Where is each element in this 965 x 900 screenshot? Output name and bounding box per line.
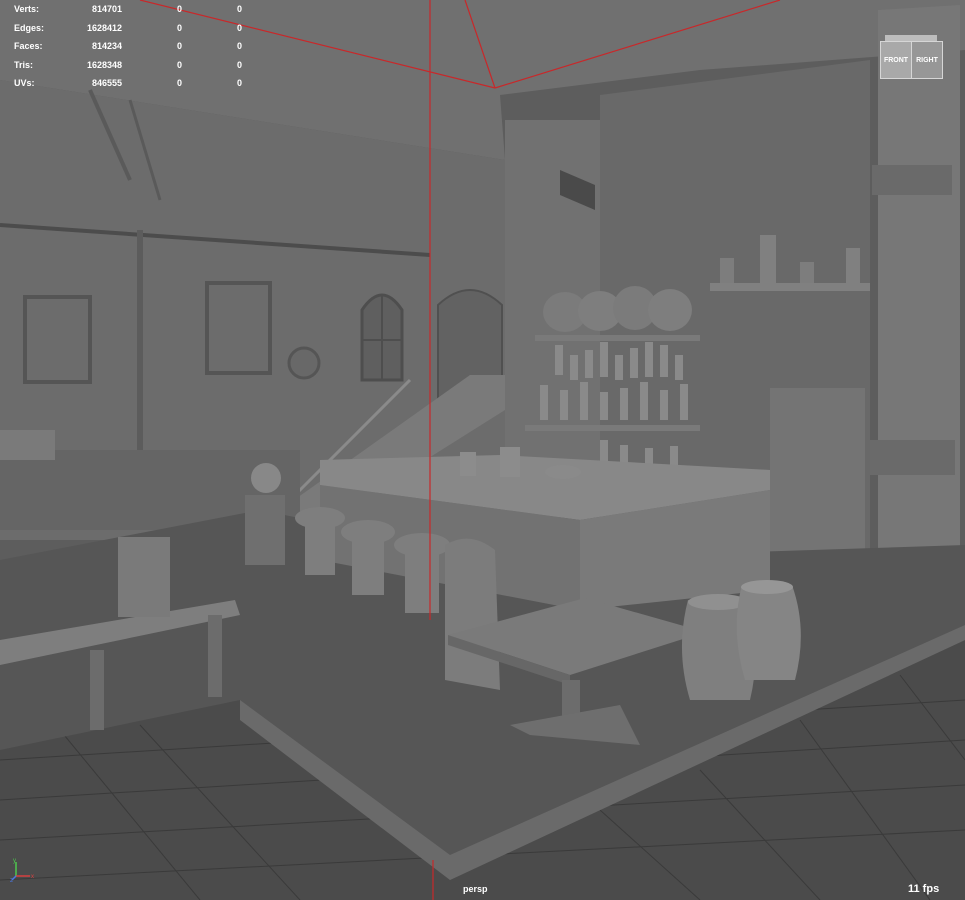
hud-row-faces: Faces: 814234 0 0 <box>14 41 254 57</box>
mug <box>460 452 476 476</box>
hud-total: 814701 <box>91 4 122 14</box>
newel-ball <box>251 463 281 493</box>
hud-label: UVs: <box>14 78 35 88</box>
hud-selected: 0 <box>176 60 182 70</box>
hud-component: 0 <box>236 78 242 88</box>
hud-label: Verts: <box>14 4 40 14</box>
wooden-pillar <box>878 5 960 635</box>
hud-row-edges: Edges: 1628412 0 0 <box>14 23 254 39</box>
hud-label: Tris: <box>14 60 34 70</box>
viewcube[interactable]: FRONT RIGHT <box>880 35 943 79</box>
hud-row-tris: Tris: 1628348 0 0 <box>14 60 254 76</box>
hud-label: Faces: <box>14 41 43 51</box>
hud-selected: 0 <box>176 4 182 14</box>
axis-z-label: z <box>10 878 13 882</box>
hud-total: 846555 <box>91 78 122 88</box>
chair <box>445 538 500 690</box>
axis-y-label: y <box>13 858 16 864</box>
hud-total: 1628348 <box>86 60 122 70</box>
hud-component: 0 <box>236 60 242 70</box>
hud-component: 0 <box>236 23 242 33</box>
persp-viewport[interactable]: Verts: 814701 0 0 Edges: 1628412 0 0 Fac… <box>0 0 965 900</box>
hud-component: 0 <box>236 4 242 14</box>
viewcube-right-face[interactable]: RIGHT <box>911 41 943 79</box>
hud-selected: 0 <box>176 41 182 51</box>
poly-count-hud: Verts: 814701 0 0 Edges: 1628412 0 0 Fac… <box>0 0 260 100</box>
hud-row-uvs: UVs: 846555 0 0 <box>14 78 254 94</box>
scene-render <box>0 0 965 900</box>
camera-name-label: persp <box>463 884 488 894</box>
hud-label: Edges: <box>14 23 45 33</box>
axis-gizmo-icon: y x z <box>10 858 34 882</box>
hud-selected: 0 <box>176 23 182 33</box>
hud-total: 814234 <box>91 41 122 51</box>
fps-counter: 11 fps <box>908 883 940 895</box>
upper-shelf <box>710 283 870 291</box>
round-mirror <box>287 346 321 380</box>
hud-selected: 0 <box>176 78 182 88</box>
axis-x-label: x <box>31 874 34 880</box>
viewcube-front-face[interactable]: FRONT <box>880 41 912 79</box>
hud-total: 1628412 <box>86 23 122 33</box>
barrel <box>736 585 801 680</box>
hud-component: 0 <box>236 41 242 51</box>
hud-row-verts: Verts: 814701 0 0 <box>14 4 254 20</box>
mug <box>500 447 520 477</box>
